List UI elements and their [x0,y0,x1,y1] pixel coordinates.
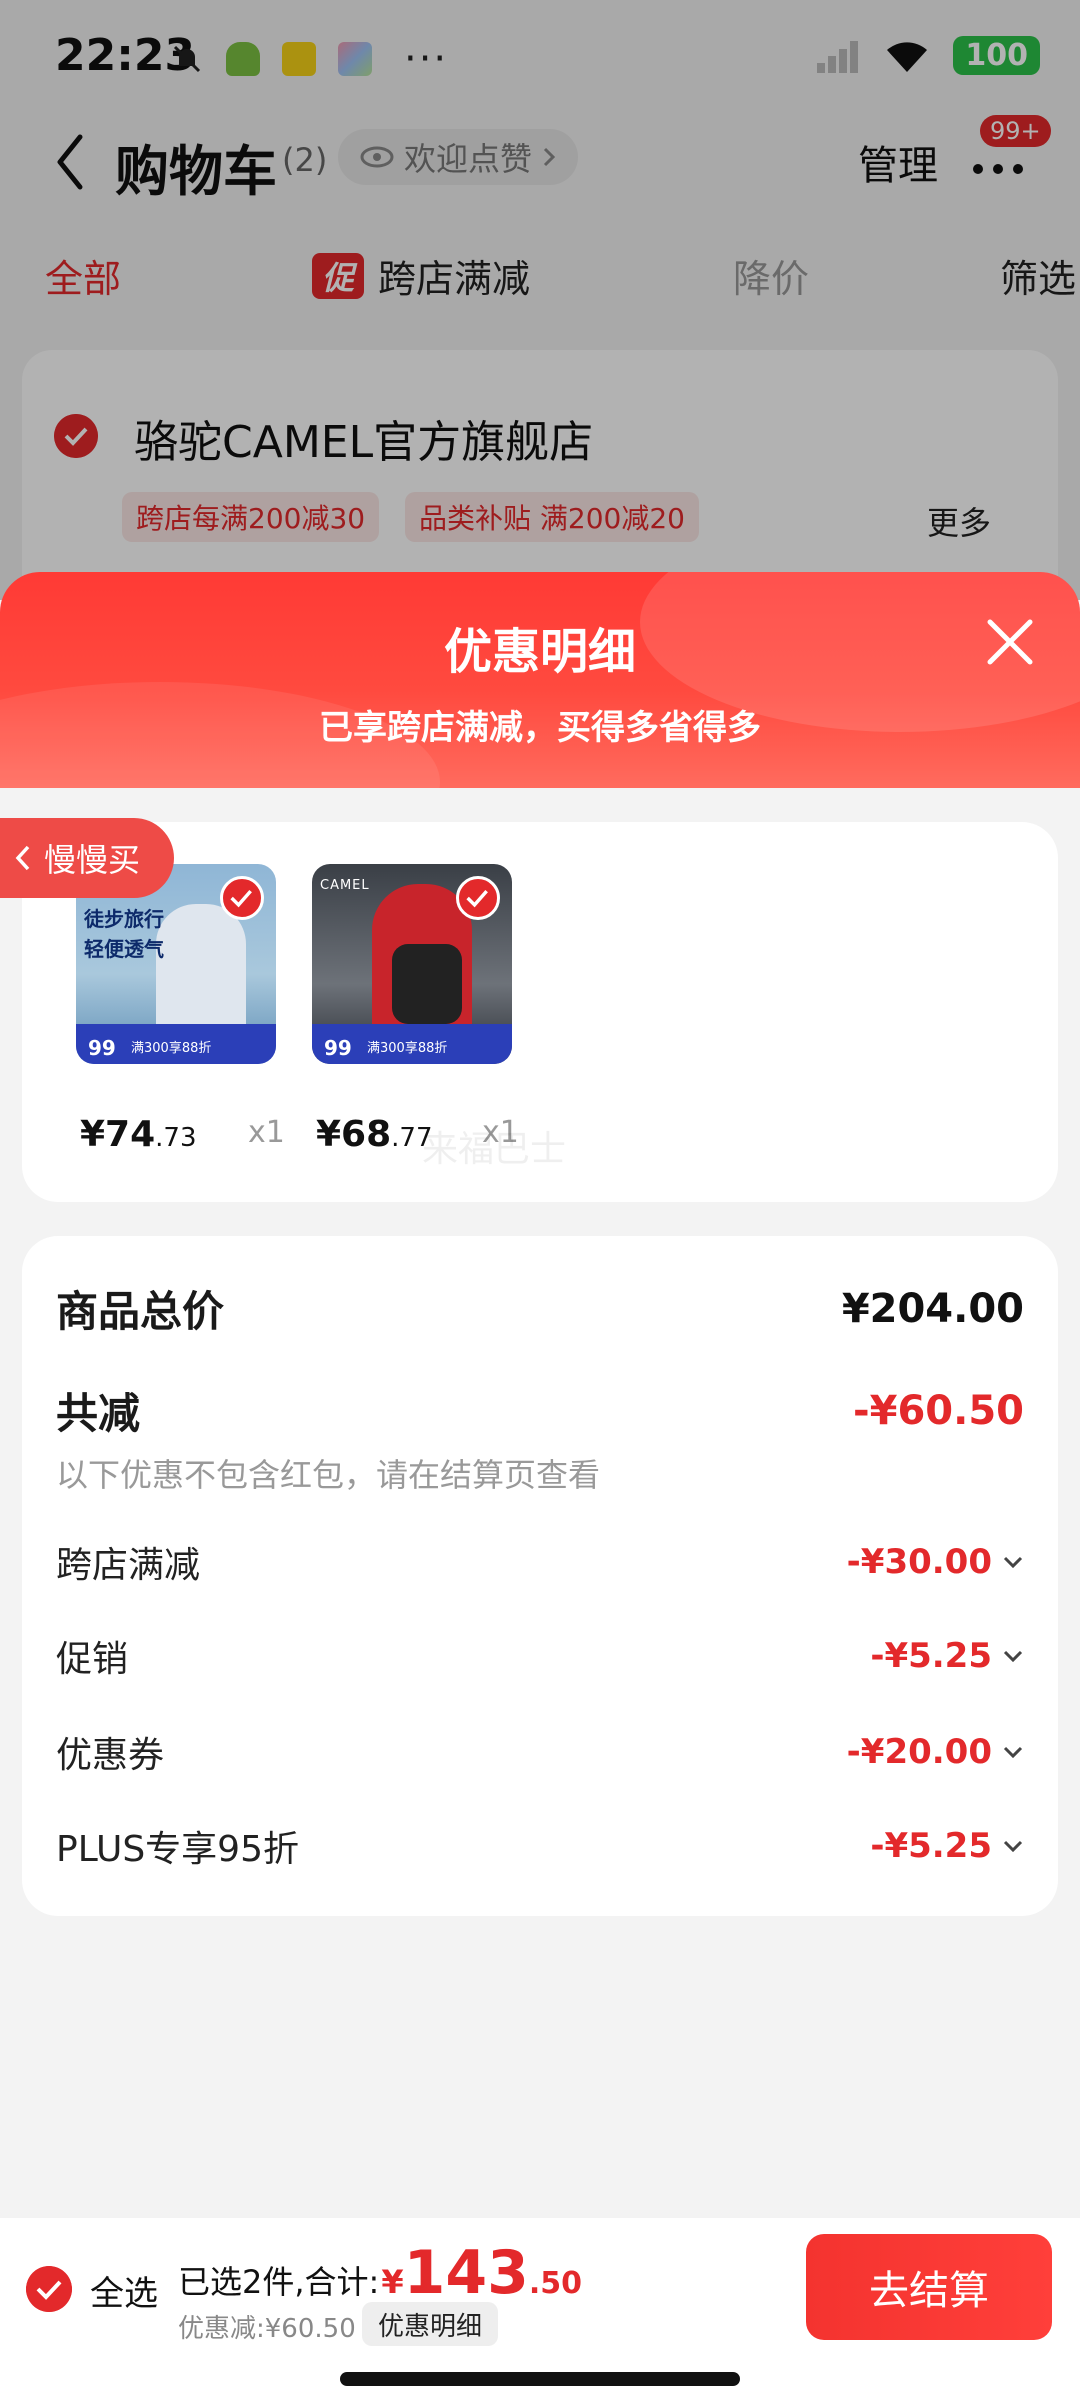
checkout-bar: 全选 已选2件,合计: ¥ 143 .50 优惠减:¥60.50 优惠明细 去结… [0,2218,1080,2358]
gesture-area [0,2358,1080,2400]
total-amount: 143 [403,2238,529,2308]
brand-logo-text: CAMEL [320,878,370,893]
select-all-checkbox-icon[interactable] [26,2266,72,2312]
discount-row-coupon[interactable]: 优惠券 -¥20.00 [56,1726,1024,1778]
total-value: ¥204.00 [841,1285,1024,1332]
total-row: 商品总价 ¥204.00 [56,1278,1024,1339]
total-label: 商品总价 [56,1287,225,1336]
price-summary-card: 商品总价 ¥204.00 共减 -¥60.50 以下优惠不包含红包，请在结算页查… [22,1236,1058,1916]
chevron-down-icon [1003,1840,1023,1853]
image-strip-price: 99 [88,1036,116,1060]
item-price-1: ¥74.73 [80,1114,197,1155]
product-image-text: 徒步旅行 轻便透气 [84,907,164,961]
item-price-2: ¥68.77 [316,1114,433,1155]
home-indicator[interactable] [340,2372,740,2386]
discount-row-promotion[interactable]: 促销 -¥5.25 [56,1630,1024,1682]
slow-buy-button[interactable]: 慢慢买 [0,818,175,898]
image-strip-price: 99 [324,1036,352,1060]
checkout-button[interactable]: 去结算 [806,2234,1052,2340]
reduce-row: 共减 -¥60.50 [56,1380,1024,1441]
close-icon[interactable] [984,616,1036,668]
discount-amount: 优惠减:¥60.50 [178,2314,356,2344]
image-strip-deal: 满300享88折 [131,1041,212,1056]
chevron-down-icon [1003,1556,1023,1569]
product-image-2[interactable]: CAMEL 99 满300享88折 [312,864,512,1064]
select-all-label[interactable]: 全选 [90,2266,158,2315]
reduce-label: 共减 [56,1389,141,1438]
sheet-title: 优惠明细 [443,624,636,680]
modal-backdrop[interactable] [0,0,1080,600]
sheet-subtitle: 已享跨店满减，买得多省得多 [319,708,761,748]
discount-row-plus[interactable]: PLUS专享95折 -¥5.25 [56,1820,1024,1872]
discount-row-cross-store[interactable]: 跨店满减 -¥30.00 [56,1536,1024,1588]
selected-items-card: 徒步旅行 轻便透气 99 满300享88折 CAMEL 99 满300享88折 ¥… [22,822,1058,1202]
watermark: 来福巴士 [422,1129,567,1170]
slow-buy-label: 慢慢买 [44,841,141,879]
reduce-value: -¥60.50 [853,1387,1024,1434]
image-strip-deal: 满300享88折 [367,1041,448,1056]
chevron-down-icon [1003,1746,1023,1759]
chevron-down-icon [1003,1650,1023,1663]
selected-total: 已选2件,合计: ¥ 143 .50 [178,2238,582,2308]
chevron-left-icon [15,845,30,871]
sheet-header: 优惠明细 已享跨店满减，买得多省得多 [0,572,1080,788]
discount-note: 以下优惠不包含红包，请在结算页查看 [56,1456,601,1494]
item-checked-icon[interactable] [220,876,264,920]
item-qty-1: x1 [248,1115,285,1150]
discount-detail-button[interactable]: 优惠明细 [362,2302,499,2346]
item-checked-icon[interactable] [456,876,500,920]
